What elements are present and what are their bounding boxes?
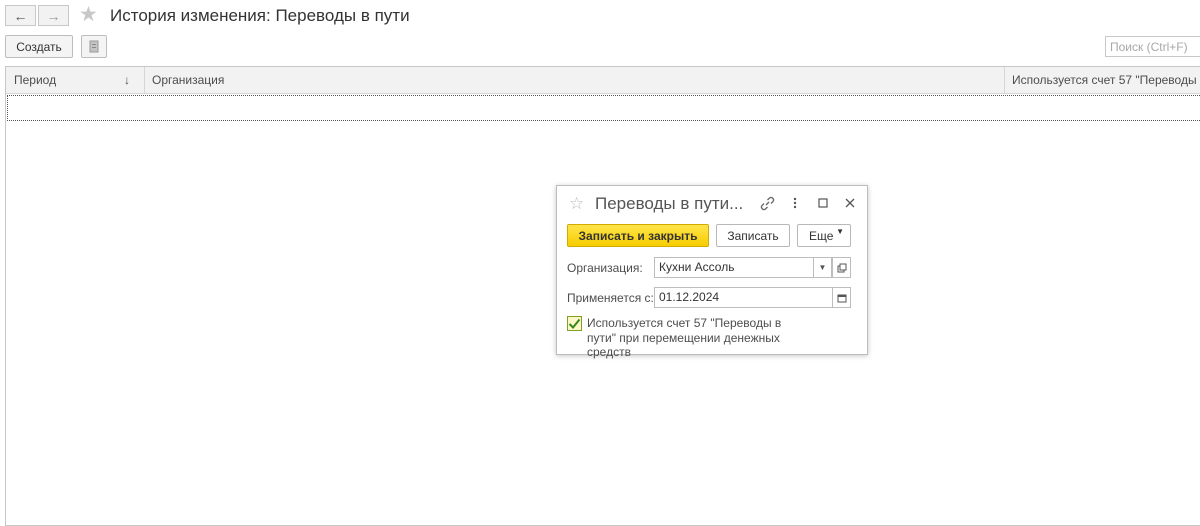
forward-button[interactable]: → [38,5,69,26]
table-header: Период ↓ Организация Используется счет 5… [6,67,1200,94]
calendar-button[interactable] [832,287,851,308]
account-57-checkbox[interactable] [567,316,582,331]
save-button[interactable]: Записать [716,224,790,247]
arrow-left-icon: ← [13,7,28,24]
link-icon[interactable] [759,194,775,212]
more-actions-icon[interactable] [787,194,803,212]
account-57-checkbox-label[interactable]: Используется счет 57 "Переводы в пути" п… [587,316,827,359]
applied-from-label: Применяется с: [567,291,654,305]
create-button[interactable]: Создать [5,35,73,58]
more-button-label: Еще [809,228,834,243]
organization-field[interactable]: Кухни Ассоль [654,257,814,278]
report-icon [89,40,99,52]
more-button[interactable]: Еще ▼ [797,224,851,247]
page-title: История изменения: Переводы в пути [110,6,410,25]
open-icon [837,263,846,272]
record-dialog: ☆ Переводы в пути... Записать и закрыть … [556,185,868,359]
table-row[interactable] [7,95,1200,121]
calendar-icon [837,294,846,302]
chevron-down-icon: ▼ [836,227,844,236]
save-and-close-button[interactable]: Записать и закрыть [567,224,709,247]
column-header-account-57[interactable]: Используется счет 57 "Переводы в пути" п… [1012,67,1200,93]
sort-desc-icon[interactable]: ↓ [124,67,136,93]
applied-from-date-field[interactable]: 01.12.2024 [654,287,833,308]
favorite-star-icon[interactable]: ☆ [569,194,584,214]
column-header-period[interactable]: Период [14,67,114,93]
arrow-right-icon: → [46,7,61,24]
dropdown-button[interactable]: ▼ [813,257,832,278]
favorite-star-icon[interactable]: ★ [79,4,98,26]
column-divider[interactable] [1004,67,1005,93]
organization-label: Организация: [567,261,643,275]
close-icon[interactable] [842,194,858,212]
checkmark-icon [568,318,581,329]
checkbox-label-line: пути" при перемещении денежных средств [587,331,780,359]
open-button[interactable] [832,257,851,278]
report-button[interactable] [81,35,107,58]
dialog-title: Переводы в пути... [595,194,744,213]
chevron-down-icon: ▼ [818,263,827,272]
column-header-organization[interactable]: Организация [152,67,992,93]
column-divider[interactable] [144,67,145,93]
checkbox-label-line: Используется счет 57 "Переводы в [587,316,782,330]
search-input[interactable] [1105,36,1200,57]
back-button[interactable]: ← [5,5,36,26]
maximize-icon[interactable] [815,194,831,212]
